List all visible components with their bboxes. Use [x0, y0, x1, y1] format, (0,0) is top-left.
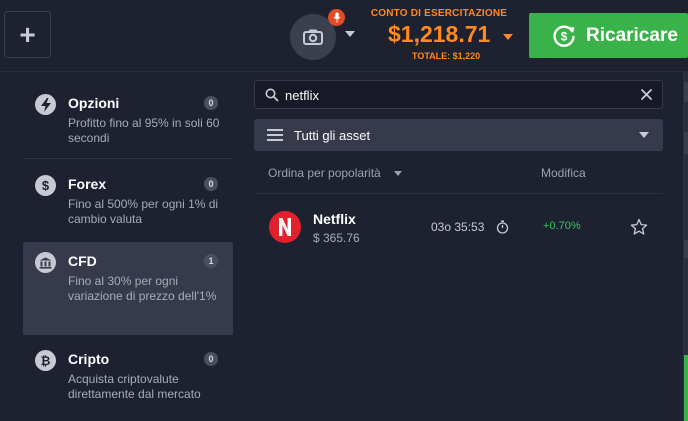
account-total: TOTALE: $1,220: [412, 51, 481, 60]
search-input[interactable]: [285, 85, 625, 105]
netflix-logo-icon: [269, 211, 301, 243]
clear-search-icon[interactable]: [640, 88, 653, 101]
asset-row-netflix[interactable]: Netflix $ 365.76 03o 35:53 +0.70%: [254, 200, 663, 256]
category-description: Profitto fino al 95% in soli 60 secondi: [68, 116, 220, 145]
category-divider: [23, 158, 233, 159]
asset-price: $ 365.76: [313, 231, 360, 245]
bank-icon: [35, 252, 56, 273]
category-item-cripto[interactable]: ₿ Cripto Acquista criptovalute direttame…: [23, 340, 233, 412]
asset-change-percent: +0.70%: [543, 220, 581, 232]
account-type-label[interactable]: CONTO DI ESERCITAZIONE: [357, 8, 521, 19]
camera-menu-caret-icon[interactable]: [345, 31, 355, 37]
stopwatch-icon: [496, 220, 509, 234]
chevron-down-icon: [639, 132, 649, 138]
top-bar: + CONTO DI ESERCITAZIONE $1,218.71 TOTAL…: [0, 0, 688, 72]
dollar-refresh-icon: $: [553, 25, 575, 47]
asset-name: Netflix: [313, 211, 356, 227]
category-description: Fino al 30% per ogni variazione di prezz…: [68, 274, 217, 303]
asset-expiry-timer: 03o 35:53: [431, 220, 485, 234]
category-count-badge: 0: [204, 177, 218, 191]
sort-by-popularity[interactable]: Ordina per popolarità: [268, 166, 381, 180]
favorite-star-icon[interactable]: [630, 218, 648, 236]
asset-filter-dropdown[interactable]: Tutti gli asset: [254, 119, 663, 151]
account-balance[interactable]: $1,218.71: [388, 21, 490, 48]
sort-caret-icon[interactable]: [394, 171, 402, 176]
recording-indicator[interactable]: [328, 9, 345, 26]
microphone-icon: [333, 12, 340, 23]
chart-edge-block: [684, 82, 688, 102]
add-tab-button[interactable]: +: [4, 11, 51, 58]
deposit-button[interactable]: $ Ricaricare: [529, 13, 688, 58]
chart-edge-green-bar: [684, 355, 688, 421]
dollar-icon: $: [35, 175, 56, 196]
category-description: Acquista criptovalute direttamente dal m…: [68, 372, 201, 401]
category-item-opzioni[interactable]: Opzioni Profitto fino al 95% in soli 60 …: [23, 84, 233, 158]
svg-text:$: $: [561, 29, 568, 43]
change-column-header[interactable]: Modifica: [541, 166, 586, 180]
bitcoin-icon: ₿: [35, 350, 56, 371]
category-count-badge: 0: [204, 96, 218, 110]
deposit-button-label: Ricaricare: [586, 24, 678, 46]
chart-edge-block: [684, 132, 688, 154]
list-divider: [254, 193, 663, 194]
filter-selected-label: Tutti gli asset: [294, 128, 371, 143]
category-description: Fino al 500% per ogni 1% di cambio valut…: [68, 197, 219, 226]
plus-icon: +: [19, 18, 36, 50]
menu-icon: [267, 129, 283, 141]
category-count-badge: 1: [204, 254, 218, 268]
category-item-cfd[interactable]: CFD Fino al 30% per ogni variazione di p…: [23, 242, 233, 335]
category-count-badge: 0: [204, 352, 218, 366]
account-switch-caret-icon[interactable]: [503, 34, 513, 40]
asset-search-box: [254, 80, 663, 109]
category-item-forex[interactable]: $ Forex Fino al 500% per ogni 1% di camb…: [23, 165, 233, 237]
camera-icon: [303, 29, 323, 45]
chart-edge-block: [684, 240, 688, 258]
lightning-icon: [35, 94, 56, 115]
search-icon: [265, 88, 279, 102]
